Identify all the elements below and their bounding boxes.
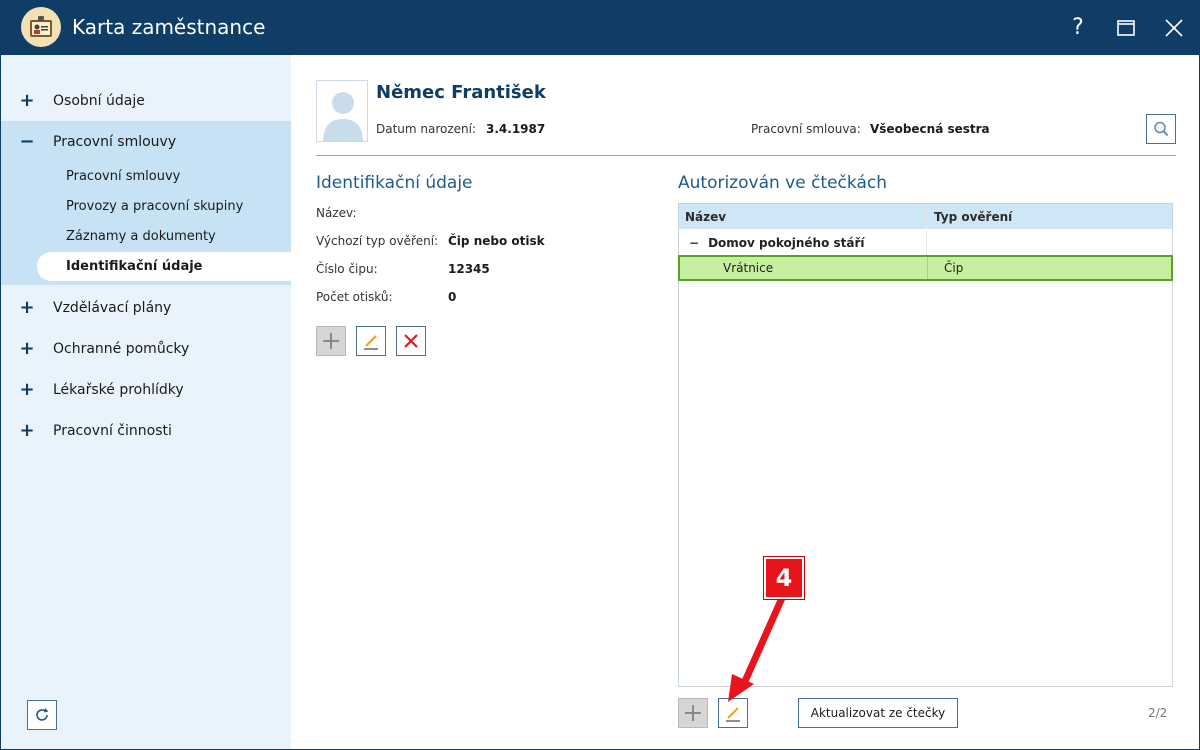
page-indicator: 2/2 <box>1148 706 1168 720</box>
collapse-group-icon[interactable]: − <box>689 236 699 250</box>
expand-icon: + <box>19 379 35 400</box>
reader-type-cell: Čip <box>927 257 1173 279</box>
expand-icon: + <box>19 338 35 359</box>
refresh-icon <box>36 708 49 721</box>
sidebar-item-protective-gear[interactable]: + Ochranné pomůcky <box>1 328 291 369</box>
sidebar-item-activities[interactable]: + Pracovní činnosti <box>1 410 291 451</box>
sidebar-item-label: Pracovní smlouvy <box>53 133 177 150</box>
field-chip-value: 12345 <box>448 262 490 276</box>
expand-icon: + <box>19 420 35 441</box>
field-fingerprints-label: Počet otisků: <box>316 290 393 304</box>
grid-header: Název Typ ověření <box>679 204 1172 229</box>
contract-label: Pracovní smlouva: <box>751 122 861 136</box>
plus-icon <box>323 333 339 349</box>
sidebar-subitem-label: Záznamy a dokumenty <box>66 229 216 244</box>
employee-avatar <box>316 80 368 142</box>
add-reader-button[interactable] <box>678 698 708 728</box>
sidebar-subitem-label: Identifikační údaje <box>66 259 203 274</box>
sidebar-item-label: Osobní údaje <box>53 92 145 109</box>
identification-title: Identifikační údaje <box>316 173 473 193</box>
window-title: Karta zaměstnance <box>72 15 266 39</box>
help-icon: ? <box>1072 15 1084 40</box>
sidebar-item-education[interactable]: + Vzdělávací plány <box>1 287 291 328</box>
dob-label: Datum narození: <box>376 122 477 136</box>
delete-identification-button[interactable] <box>396 326 426 356</box>
pencil-icon <box>364 335 378 350</box>
help-button[interactable]: ? <box>1054 0 1102 55</box>
collapse-icon: − <box>19 131 35 152</box>
field-auth-type-value: Čip nebo otisk <box>448 234 545 248</box>
field-fingerprints-value: 0 <box>448 290 457 304</box>
update-from-reader-button[interactable]: Aktualizovat ze čtečky <box>798 698 958 728</box>
maximize-icon <box>1117 19 1135 36</box>
sidebar-item-label: Vzdělávací plány <box>53 299 172 316</box>
column-header-name[interactable]: Název <box>679 204 926 229</box>
annotation-badge: 4 <box>764 557 804 599</box>
field-name-label: Název: <box>316 206 357 220</box>
close-icon <box>1165 18 1183 37</box>
column-header-auth-type[interactable]: Typ ověření <box>926 204 1172 229</box>
sidebar-subitem-identification[interactable]: Identifikační údaje <box>37 252 291 281</box>
sidebar-subitem-label: Pracovní smlouvy <box>66 169 181 184</box>
annotation-arrow <box>728 596 786 702</box>
sidebar-item-contracts[interactable]: − Pracovní smlouvy <box>1 121 291 162</box>
sidebar-item-label: Lékařské prohlídky <box>53 381 184 398</box>
sidebar-subitem-contracts[interactable]: Pracovní smlouvy <box>37 162 291 191</box>
edit-identification-button[interactable] <box>356 326 386 356</box>
employee-name: Němec František <box>376 82 546 103</box>
sidebar-item-medical[interactable]: + Lékařské prohlídky <box>1 369 291 410</box>
reader-name-cell: Vrátnice <box>723 261 774 275</box>
sidebar-subitem-label: Provozy a pracovní skupiny <box>66 199 244 214</box>
field-auth-type-label: Výchozí typ ověření: <box>316 234 439 248</box>
search-icon <box>1154 121 1169 137</box>
sidebar-item-personal[interactable]: + Osobní údaje <box>1 80 291 121</box>
close-button[interactable] <box>1150 0 1198 55</box>
group-row[interactable]: − Domov pokojného stáří <box>679 230 1172 256</box>
readers-title: Autorizován ve čtečkách <box>678 173 887 193</box>
table-row[interactable]: Vrátnice Čip <box>678 255 1173 281</box>
maximize-button[interactable] <box>1102 0 1150 55</box>
add-identification-button[interactable] <box>316 326 346 356</box>
expand-icon: + <box>19 297 35 318</box>
sidebar-item-label: Pracovní činnosti <box>53 422 172 439</box>
title-bar: Karta zaměstnance ? <box>0 0 1200 55</box>
expand-icon: + <box>19 90 35 111</box>
group-name: Domov pokojného stáří <box>708 235 865 250</box>
delete-icon <box>404 334 418 348</box>
person-silhouette-icon <box>323 92 363 141</box>
sidebar-item-label: Ochranné pomůcky <box>53 340 190 357</box>
dob-value: 3.4.1987 <box>486 122 546 136</box>
header-divider <box>316 155 1176 156</box>
sidebar-subitem-workgroups[interactable]: Provozy a pracovní skupiny <box>37 192 291 221</box>
plus-icon <box>685 705 701 721</box>
field-chip-label: Číslo čipu: <box>316 262 378 276</box>
sidebar-subitem-records[interactable]: Záznamy a dokumenty <box>37 222 291 251</box>
refresh-button[interactable] <box>27 700 57 730</box>
contract-value: Všeobecná sestra <box>870 122 990 136</box>
sidebar: + Osobní údaje − Pracovní smlouvy Pracov… <box>1 55 291 749</box>
search-button[interactable] <box>1146 114 1176 144</box>
employee-card-icon <box>21 7 61 47</box>
